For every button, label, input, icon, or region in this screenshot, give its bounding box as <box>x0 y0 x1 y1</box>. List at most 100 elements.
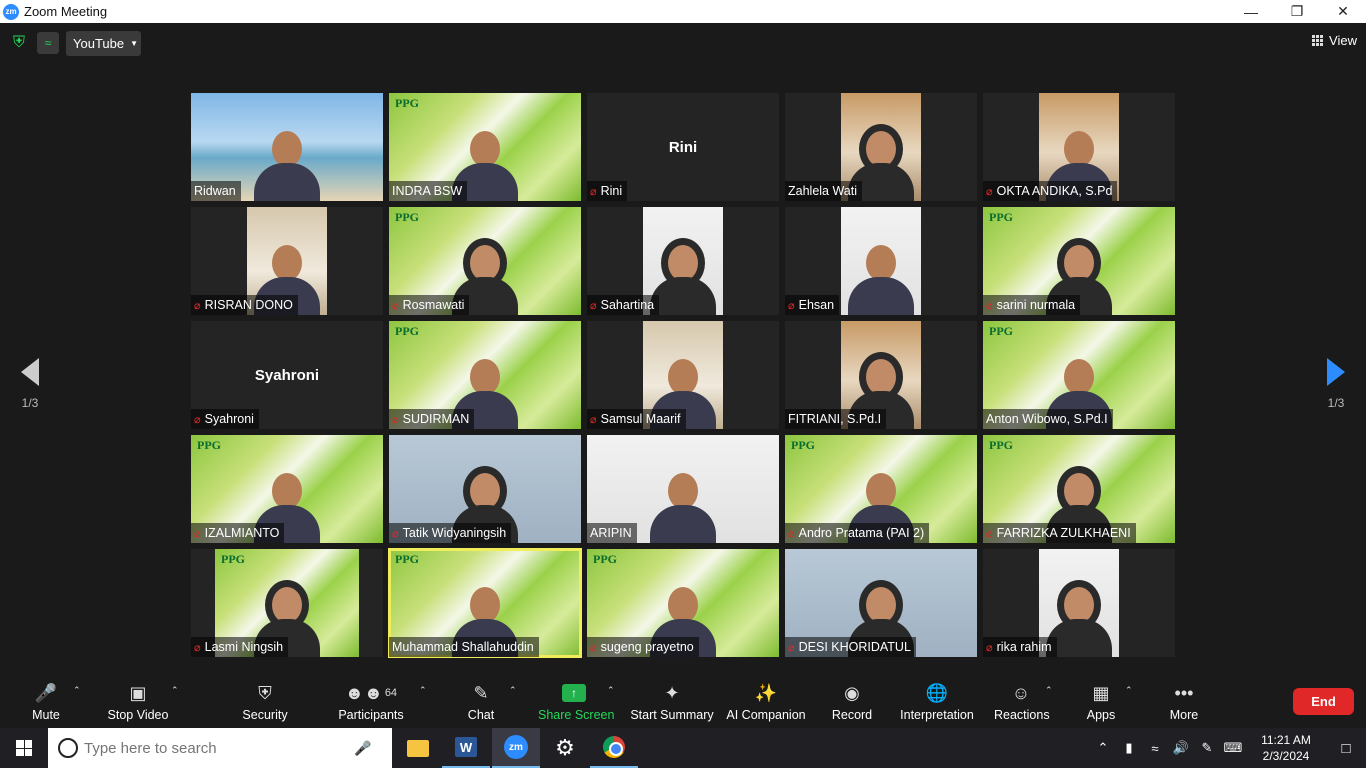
ai-companion-label: AI Companion <box>726 708 806 722</box>
apps-options-chevron-icon[interactable]: ⌃ <box>1125 685 1133 696</box>
view-button[interactable]: View <box>1312 33 1357 48</box>
participant-tile[interactable]: PPG ⌀ FARRIZKA ZULKHAENI <box>983 435 1175 543</box>
word-icon: W <box>455 737 477 757</box>
participant-tile[interactable]: ⌀ RISRAN DONO <box>191 207 383 315</box>
participant-tile[interactable]: Ridwan <box>191 93 383 201</box>
reactions-button[interactable]: ☺ Reactions <box>994 680 1050 726</box>
participant-tile[interactable]: PPG INDRA BSW <box>389 93 581 201</box>
maximize-button[interactable]: ❐ <box>1274 0 1320 23</box>
participant-tile[interactable]: ⌀ rika rahim <box>983 549 1175 657</box>
participant-tile[interactable]: PPG ⌀ SUDIRMAN <box>389 321 581 429</box>
search-icon <box>58 738 78 758</box>
wifi-icon[interactable]: ≈ <box>1142 741 1168 756</box>
participants-options-chevron-icon[interactable]: ⌃ <box>419 685 427 696</box>
encryption-shield-icon[interactable]: ⛨ <box>9 33 29 53</box>
record-button[interactable]: ◉ Record <box>830 680 874 726</box>
participant-name: INDRA BSW <box>392 184 463 198</box>
participant-tile[interactable]: PPG ⌀ sarini nurmala <box>983 207 1175 315</box>
chat-label: Chat <box>467 708 495 722</box>
muted-microphone-icon: ⌀ <box>392 527 399 540</box>
volume-icon[interactable]: 🔊 <box>1168 740 1194 756</box>
taskbar-search[interactable]: 🎤 <box>48 728 392 768</box>
muted-microphone-icon: ⌀ <box>590 185 597 198</box>
video-options-chevron-icon[interactable]: ⌃ <box>171 685 179 696</box>
close-button[interactable]: ✕ <box>1320 0 1366 23</box>
start-summary-button[interactable]: ✦ Start Summary <box>630 680 714 726</box>
file-explorer-taskbar-button[interactable] <box>394 728 442 768</box>
battery-icon[interactable]: ▮ <box>1116 740 1142 756</box>
ppg-logo: PPG <box>221 552 245 566</box>
notification-icon[interactable]: □ <box>1326 740 1366 757</box>
live-stream-dropdown[interactable]: YouTube ▼ <box>66 31 141 56</box>
interpretation-button[interactable]: 🌐 Interpretation <box>898 680 976 726</box>
participant-tile[interactable]: PPG Anton Wibowo, S.Pd.I <box>983 321 1175 429</box>
folder-icon <box>407 739 429 757</box>
keyboard-icon[interactable]: ⌨ <box>1220 740 1246 756</box>
participant-tile[interactable]: PPG ⌀ IZALMIANTO <box>191 435 383 543</box>
stop-video-button[interactable]: ▣ Stop Video <box>106 680 170 726</box>
participant-name: Ehsan <box>798 298 835 312</box>
share-options-chevron-icon[interactable]: ⌃ <box>607 685 615 696</box>
settings-taskbar-button[interactable]: ⚙ <box>541 728 589 768</box>
mute-button[interactable]: 🎤 Mute <box>26 680 66 726</box>
word-taskbar-button[interactable]: W <box>442 728 490 768</box>
ai-companion-button[interactable]: ✨ AI Companion <box>726 680 806 726</box>
chat-button[interactable]: ✎ Chat <box>463 680 499 726</box>
previous-page-button[interactable]: 1/3 <box>10 358 50 410</box>
audio-options-chevron-icon[interactable]: ⌃ <box>73 685 81 696</box>
participant-name: OKTA ANDIKA, S.Pd <box>996 184 1113 198</box>
participant-tile[interactable]: ⌀ Sahartina <box>587 207 779 315</box>
chat-options-chevron-icon[interactable]: ⌃ <box>509 685 517 696</box>
apps-button[interactable]: ▦ Apps <box>1084 680 1118 726</box>
participant-tile[interactable]: PPG Muhammad Shallahuddin <box>388 548 582 658</box>
muted-microphone-icon: ⌀ <box>590 299 597 312</box>
participant-tile[interactable]: ⌀ Ehsan <box>785 207 977 315</box>
next-page-button[interactable]: 1/3 <box>1316 358 1356 410</box>
participant-tile[interactable]: ⌀ Samsul Maarif <box>587 321 779 429</box>
chrome-taskbar-button[interactable] <box>590 728 638 768</box>
participant-tile[interactable]: Rini ⌀ Rini <box>587 93 779 201</box>
share-screen-button[interactable]: ↑ Share Screen <box>538 680 615 726</box>
participant-tile[interactable]: ⌀ OKTA ANDIKA, S.Pd <box>983 93 1175 201</box>
pen-icon[interactable]: ✎ <box>1194 740 1220 756</box>
participant-tile[interactable]: PPG ⌀ Rosmawati <box>389 207 581 315</box>
participant-name-label: ⌀ RISRAN DONO <box>191 295 298 315</box>
participant-video-figure <box>252 123 322 201</box>
arrow-right-icon <box>1327 358 1345 386</box>
participant-name-label: ⌀ Ehsan <box>785 295 840 315</box>
participant-tile[interactable]: PPG ⌀ Lasmi Ningsih <box>191 549 383 657</box>
share-screen-label: Share Screen <box>538 708 615 722</box>
participants-button[interactable]: ☻☻ 64 Participants <box>338 680 404 726</box>
participant-name: sarini nurmala <box>996 298 1076 312</box>
system-clock[interactable]: 11:21 AM 2/3/2024 <box>1246 732 1326 764</box>
record-icon: ◉ <box>844 682 860 703</box>
participant-tile[interactable]: ⌀ DESI KHORIDATUL <box>785 549 977 657</box>
end-meeting-button[interactable]: End <box>1293 688 1354 715</box>
participant-name: Zahlela Wati <box>788 184 858 198</box>
more-button[interactable]: ••• More <box>1166 680 1202 726</box>
start-button[interactable] <box>0 728 48 768</box>
reactions-options-chevron-icon[interactable]: ⌃ <box>1045 685 1053 696</box>
participant-tile[interactable]: PPG ⌀ Andro Pratama (PAI 2) <box>785 435 977 543</box>
chevron-up-icon[interactable]: ⌃ <box>1090 740 1116 756</box>
participant-name: FITRIANI, S.Pd.I <box>788 412 882 426</box>
muted-microphone-icon: ⌀ <box>788 641 795 654</box>
page-indicator-right: 1/3 <box>1327 396 1345 410</box>
participant-tile[interactable]: PPG ⌀ sugeng prayetno <box>587 549 779 657</box>
microphone-icon[interactable]: 🎤 <box>354 740 371 757</box>
live-stream-target: YouTube <box>73 36 125 51</box>
participant-tile[interactable]: FITRIANI, S.Pd.I <box>785 321 977 429</box>
participant-tile[interactable]: Zahlela Wati <box>785 93 977 201</box>
participant-tile[interactable]: Syahroni ⌀ Syahroni <box>191 321 383 429</box>
participant-name: Andro Pratama (PAI 2) <box>798 526 925 540</box>
windows-taskbar: 🎤 W zm ⚙ ⌃ ▮ ≈ 🔊 ✎ ⌨ 11:21 AM 2/3/2024 □ <box>0 728 1366 768</box>
security-button[interactable]: ⛨ Security <box>240 680 290 726</box>
minimize-button[interactable]: — <box>1228 0 1274 23</box>
participant-tile[interactable]: ARIPIN <box>587 435 779 543</box>
participant-name: Rini <box>600 184 623 198</box>
zoom-taskbar-button[interactable]: zm <box>492 728 540 768</box>
muted-microphone-icon: ⌀ <box>788 299 795 312</box>
live-stream-icon[interactable]: ≈ <box>37 32 59 54</box>
taskbar-search-input[interactable] <box>84 739 354 757</box>
participant-tile[interactable]: ⌀ Tatik Widyaningsih <box>389 435 581 543</box>
